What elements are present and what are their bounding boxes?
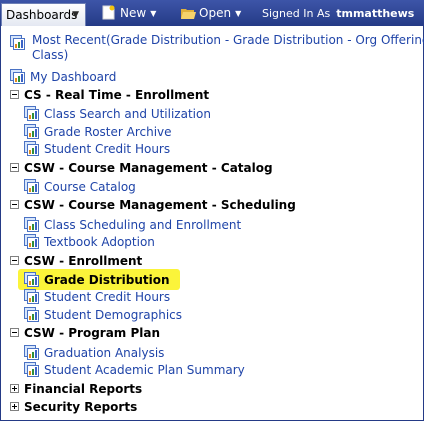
report-icon [24, 179, 40, 194]
group-title: CSW - Course Management - Catalog [24, 161, 273, 175]
list-item[interactable]: Student Credit Hours [24, 289, 170, 304]
caret-down-icon: ▼ [150, 9, 157, 18]
list-item-label: Textbook Adoption [44, 235, 155, 249]
list-item[interactable]: Class Search and Utilization [24, 106, 211, 121]
list-item-label: Student Academic Plan Summary [44, 363, 245, 377]
list-item-label: Class Scheduling and Enrollment [44, 218, 242, 232]
list-item-label: Course Catalog [44, 180, 136, 194]
report-icon [24, 217, 40, 232]
new-menu-label: New [120, 6, 147, 20]
list-item[interactable]: Graduation Analysis [24, 345, 164, 360]
my-dashboard-label: My Dashboard [30, 70, 117, 84]
list-item[interactable]: Course Catalog [24, 179, 136, 194]
group-header-cs-real-time-enrollment[interactable]: CS - Real Time - Enrollment [10, 88, 209, 102]
collapse-icon[interactable] [10, 163, 19, 172]
expand-icon[interactable] [10, 384, 19, 393]
open-menu[interactable]: Open ▼ [181, 6, 241, 20]
report-icon [24, 289, 40, 304]
list-item-label: Student Credit Hours [44, 142, 171, 156]
most-recent-item[interactable] [10, 35, 30, 50]
list-item[interactable]: Student Demographics [24, 307, 182, 322]
list-item[interactable]: Student Credit Hours [24, 141, 170, 156]
chevron-down-icon: ▼ [72, 10, 79, 20]
report-icon [24, 106, 40, 121]
list-item[interactable]: Grade Roster Archive [24, 124, 172, 139]
username[interactable]: tmmatthews [336, 7, 414, 20]
group-header-csw-enrollment[interactable]: CSW - Enrollment [10, 254, 142, 268]
list-item-label: Grade Distribution [44, 273, 170, 287]
group-title: Security Reports [24, 400, 138, 414]
dashboards-tab-label: Dashboards [6, 8, 78, 22]
most-recent-label[interactable]: Most Recent(Grade Distribution - Grade D… [32, 33, 424, 47]
dashboards-tab[interactable]: Dashboards ▼ [1, 3, 86, 26]
report-icon [24, 307, 40, 322]
report-icon [10, 69, 26, 84]
my-dashboard-link[interactable]: My Dashboard [10, 69, 116, 84]
list-item-label: Student Credit Hours [44, 290, 171, 304]
list-item-label: Student Demographics [44, 308, 183, 322]
list-item[interactable]: Textbook Adoption [24, 234, 155, 249]
list-item-selected[interactable]: Grade Distribution [24, 272, 170, 287]
list-item-label: Grade Roster Archive [44, 125, 172, 139]
list-item[interactable]: Class Scheduling and Enrollment [24, 217, 241, 232]
group-header-financial-reports[interactable]: Financial Reports [10, 382, 142, 396]
report-icon [24, 272, 40, 287]
report-icon [24, 234, 40, 249]
group-header-security-reports[interactable]: Security Reports [10, 400, 137, 414]
group-title: CSW - Program Plan [24, 326, 161, 340]
open-menu-label: Open [199, 6, 232, 20]
group-title: CSW - Enrollment [24, 254, 143, 268]
list-item-label: Class Search and Utilization [44, 107, 211, 121]
group-header-csw-program-plan[interactable]: CSW - Program Plan [10, 326, 160, 340]
top-navigation-bar: Dashboards ▼ New ▼ Open ▼ Signed In As tmma… [0, 0, 424, 26]
list-item-label: Graduation Analysis [44, 346, 165, 360]
collapse-icon[interactable] [10, 256, 19, 265]
report-icon [24, 345, 40, 360]
report-icon [24, 362, 40, 377]
new-menu[interactable]: New ▼ [102, 6, 156, 20]
collapse-icon[interactable] [10, 90, 19, 99]
group-title: CSW - Course Management - Scheduling [24, 198, 296, 212]
collapse-icon[interactable] [10, 200, 19, 209]
expand-icon[interactable] [10, 402, 19, 411]
signed-in-status: Signed In As tmmatthews [262, 7, 414, 20]
group-title: CS - Real Time - Enrollment [24, 88, 210, 102]
report-icon [10, 35, 26, 50]
most-recent-label-cont[interactable]: Class) [32, 48, 68, 62]
signed-in-label: Signed In As [262, 7, 331, 20]
list-item[interactable]: Student Academic Plan Summary [24, 362, 245, 377]
report-icon [24, 141, 40, 156]
report-icon [24, 124, 40, 139]
group-title: Financial Reports [24, 382, 143, 396]
group-header-csw-course-scheduling[interactable]: CSW - Course Management - Scheduling [10, 198, 296, 212]
caret-down-icon: ▼ [235, 9, 242, 18]
group-header-csw-course-catalog[interactable]: CSW - Course Management - Catalog [10, 161, 273, 175]
collapse-icon[interactable] [10, 328, 19, 337]
